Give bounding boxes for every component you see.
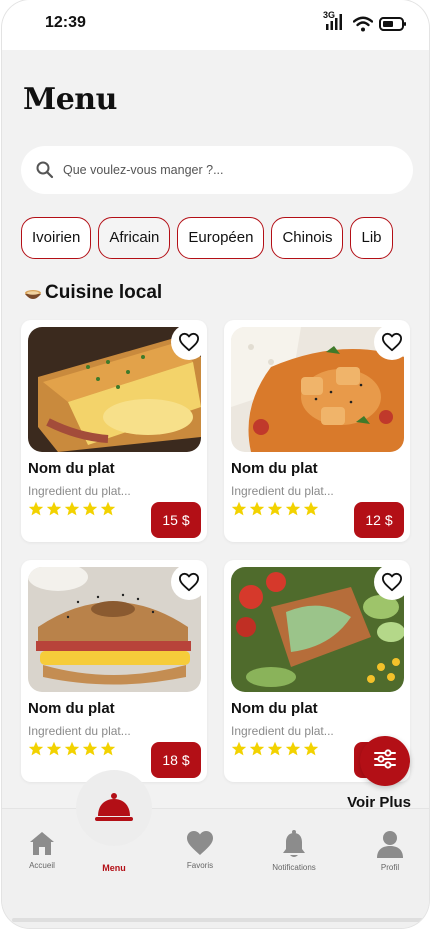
phone-screen: 12:39 3G Menu Que voulez-vous manger ?..… <box>2 0 429 928</box>
category-chip-lib[interactable]: Lib <box>350 217 393 259</box>
price-badge[interactable]: 12 $ <box>354 502 404 538</box>
star-icon <box>28 501 44 516</box>
section-title: Cuisine local <box>45 282 163 303</box>
page-title: Menu <box>23 82 117 117</box>
search-icon <box>35 160 55 180</box>
dish-name: Nom du plat <box>28 700 115 717</box>
favorite-heart-icon[interactable] <box>171 324 207 360</box>
dish-name: Nom du plat <box>231 460 318 477</box>
star-icon <box>82 501 98 516</box>
star-icon <box>28 741 44 756</box>
nav-item-favoris[interactable]: Favoris <box>160 829 240 870</box>
star-icon <box>285 741 301 756</box>
nav-item-menu[interactable] <box>76 770 152 846</box>
star-icon <box>303 741 319 756</box>
category-chip-africain[interactable]: Africain <box>98 217 171 259</box>
home-icon <box>30 832 54 855</box>
filter-sliders-icon <box>373 748 397 775</box>
search-bar[interactable] <box>21 146 413 194</box>
bowl-icon <box>24 286 42 300</box>
category-chip-europeen[interactable]: Européen <box>177 217 265 259</box>
nav-label: Notifications <box>272 863 316 872</box>
star-icon <box>64 501 80 516</box>
star-icon <box>64 741 80 756</box>
dish-ingredients: Ingredient du plat... <box>231 724 334 738</box>
section-header: Cuisine local <box>24 282 162 304</box>
battery-icon <box>379 16 407 37</box>
star-icon <box>303 501 319 516</box>
star-icon <box>82 741 98 756</box>
status-time: 12:39 <box>45 14 86 31</box>
star-icon <box>249 741 265 756</box>
rating-stars <box>28 501 116 517</box>
dish-ingredients: Ingredient du plat... <box>28 724 131 738</box>
status-bar: 12:39 3G <box>2 0 429 50</box>
favorite-heart-icon[interactable] <box>374 564 410 600</box>
dish-card[interactable]: Nom du plat Ingredient du plat... 15 $ <box>21 320 207 542</box>
star-icon <box>267 501 283 516</box>
rating-stars <box>28 741 116 757</box>
nav-label: Favoris <box>186 861 214 870</box>
star-icon <box>249 501 265 516</box>
price-badge[interactable]: 15 $ <box>151 502 201 538</box>
dish-card[interactable]: Nom du plat Ingredient du plat... 12 $ <box>224 320 410 542</box>
cellular-signal-icon: 3G <box>323 10 347 37</box>
category-chips: Ivoirien Africain Européen Chinois Lib <box>21 217 429 259</box>
filter-button[interactable] <box>360 736 410 786</box>
favorite-heart-icon[interactable] <box>171 564 207 600</box>
bell-icon <box>283 830 305 857</box>
category-chip-chinois[interactable]: Chinois <box>271 217 344 259</box>
star-icon <box>100 741 116 756</box>
rating-stars <box>231 501 319 517</box>
star-icon <box>46 741 62 756</box>
search-input[interactable] <box>63 163 363 177</box>
rating-stars <box>231 741 319 757</box>
home-indicator <box>12 918 423 922</box>
dish-name: Nom du plat <box>231 700 318 717</box>
dish-name: Nom du plat <box>28 460 115 477</box>
nav-item-accueil[interactable]: Accueil <box>2 829 82 870</box>
star-icon <box>231 501 247 516</box>
heart-icon <box>187 831 213 855</box>
star-icon <box>267 741 283 756</box>
wifi-icon <box>352 16 374 37</box>
dish-ingredients: Ingredient du plat... <box>28 484 131 498</box>
nav-label-menu: Menu <box>102 863 126 873</box>
dish-ingredients: Ingredient du plat... <box>231 484 334 498</box>
nav-item-profil[interactable]: Profil <box>350 829 429 872</box>
nav-item-notifications[interactable]: Notifications <box>254 829 334 872</box>
nav-label: Accueil <box>29 861 55 870</box>
nav-label: Profil <box>380 863 400 872</box>
price-badge[interactable]: 18 $ <box>151 742 201 778</box>
star-icon <box>231 741 247 756</box>
status-icons: 3G <box>323 10 407 37</box>
favorite-heart-icon[interactable] <box>374 324 410 360</box>
cloche-icon <box>95 793 133 821</box>
category-chip-ivoirien[interactable]: Ivoirien <box>21 217 92 259</box>
star-icon <box>100 501 116 516</box>
network-type-label: 3G <box>323 10 335 20</box>
star-icon <box>285 501 301 516</box>
user-icon <box>377 831 403 858</box>
star-icon <box>46 501 62 516</box>
bottom-navigation: Accueil Favoris Notifications Profil <box>2 808 429 928</box>
dish-card[interactable]: Nom du plat Ingredient du plat... 18 $ <box>21 560 207 782</box>
